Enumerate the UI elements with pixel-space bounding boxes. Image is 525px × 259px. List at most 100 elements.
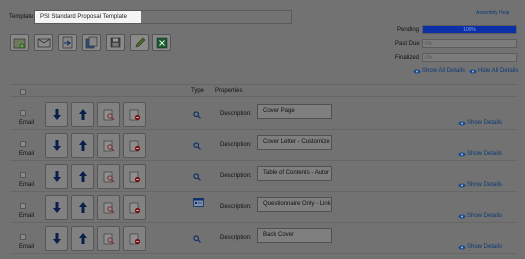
hide-all-details-text: Hide All Details	[478, 68, 519, 74]
pending-value: 100%	[463, 27, 476, 33]
pending-label: Pending	[397, 27, 420, 33]
show-details-link[interactable]: Show Details	[458, 182, 502, 188]
remove-document-button[interactable]	[123, 133, 146, 158]
description-label: Description:	[220, 142, 252, 148]
pending-progress: 100%	[422, 25, 517, 34]
show-details-text: Show Details	[467, 182, 503, 188]
arrow-up-icon	[78, 233, 87, 244]
type-icon-slot[interactable]	[193, 198, 204, 209]
show-details-link[interactable]: Show Details	[458, 151, 502, 157]
email-label: Email	[19, 182, 35, 188]
row-divider	[10, 160, 517, 161]
remove-document-button[interactable]	[123, 226, 146, 251]
hide-all-details-link[interactable]: Hide All Details	[469, 68, 518, 74]
move-down-button[interactable]	[45, 102, 68, 127]
document-search-icon	[103, 171, 114, 182]
pastdue-progress: 0%	[422, 39, 517, 48]
eye-icon	[469, 69, 477, 73]
remove-document-button[interactable]	[123, 102, 146, 127]
document-search-icon	[103, 140, 114, 151]
row-checkbox[interactable]	[20, 172, 26, 178]
move-down-button[interactable]	[45, 164, 68, 189]
description-label: Description:	[220, 173, 252, 179]
show-details-text: Show Details	[467, 244, 503, 250]
save-button[interactable]	[106, 34, 125, 51]
arrow-down-icon	[52, 171, 61, 182]
row-divider	[10, 222, 517, 223]
template-field[interactable]: PSI Standard Proposal Template	[34, 10, 292, 24]
edit-icon	[135, 37, 145, 47]
description-field[interactable]: Questionnaire Only - Link	[257, 197, 332, 212]
show-details-link[interactable]: Show Details	[458, 244, 502, 250]
document-remove-icon	[129, 171, 140, 182]
preview-document-button[interactable]	[97, 226, 120, 251]
show-details-link[interactable]: Show Details	[458, 120, 502, 126]
move-up-button[interactable]	[71, 195, 94, 220]
document-search-icon	[103, 202, 114, 213]
type-icon-slot[interactable]	[193, 142, 201, 152]
arrow-up-icon	[78, 202, 87, 213]
preview-document-button[interactable]	[97, 133, 120, 158]
type-icon-slot[interactable]	[193, 111, 201, 121]
export-document-icon	[62, 36, 73, 49]
document-remove-icon	[129, 140, 140, 151]
document-search-icon	[103, 233, 114, 244]
email-button[interactable]	[34, 34, 53, 51]
properties-column-header: Properties	[215, 88, 243, 94]
move-down-button[interactable]	[45, 133, 68, 158]
move-up-button[interactable]	[71, 133, 94, 158]
move-up-button[interactable]	[71, 164, 94, 189]
move-down-button[interactable]	[45, 195, 68, 220]
template-label: Template:	[9, 14, 36, 20]
add-document-button[interactable]	[10, 34, 29, 51]
assembly-help-link[interactable]: Assembly Help	[476, 10, 509, 16]
document-remove-icon	[129, 202, 140, 213]
email-label: Email	[19, 244, 35, 250]
description-label: Description:	[220, 111, 252, 117]
arrow-down-icon	[52, 233, 61, 244]
remove-document-button[interactable]	[123, 164, 146, 189]
description-field[interactable]: Cover Page	[257, 104, 332, 119]
pastdue-value: 0%	[425, 41, 433, 47]
email-label: Email	[19, 120, 35, 126]
show-details-link[interactable]: Show Details	[458, 213, 502, 219]
show-details-text: Show Details	[467, 120, 503, 126]
show-all-details-link[interactable]: Show All Details	[413, 68, 465, 74]
description-label: Description:	[220, 235, 252, 241]
email-label: Email	[19, 151, 35, 157]
row-divider	[10, 253, 517, 254]
type-icon-slot[interactable]	[193, 235, 201, 245]
magnifier-icon	[193, 111, 201, 119]
excel-export-button[interactable]	[152, 34, 171, 51]
row-checkbox[interactable]	[20, 110, 26, 116]
save-icon	[110, 37, 121, 48]
description-field[interactable]: Cover Letter - Customize	[257, 135, 332, 150]
preview-document-button[interactable]	[97, 195, 120, 220]
show-details-text: Show Details	[467, 151, 503, 157]
export-document-button[interactable]	[58, 34, 77, 51]
questionnaire-icon	[193, 198, 204, 207]
type-column-header: Type	[191, 88, 205, 94]
copy-document-button[interactable]	[82, 34, 101, 51]
edit-button[interactable]	[130, 34, 149, 51]
select-all-checkbox[interactable]	[20, 89, 26, 95]
arrow-down-icon	[52, 202, 61, 213]
row-checkbox[interactable]	[20, 141, 26, 147]
description-field[interactable]: Table of Contents - Autor	[257, 166, 332, 181]
eye-icon	[458, 152, 466, 156]
eye-icon	[458, 245, 466, 249]
remove-document-button[interactable]	[123, 195, 146, 220]
move-down-button[interactable]	[45, 226, 68, 251]
description-field[interactable]: Back Cover	[257, 228, 332, 243]
move-up-button[interactable]	[71, 102, 94, 127]
eye-icon	[458, 121, 466, 125]
eye-icon	[458, 183, 466, 187]
preview-document-button[interactable]	[97, 164, 120, 189]
row-checkbox[interactable]	[20, 203, 26, 209]
row-divider	[10, 129, 517, 130]
preview-document-button[interactable]	[97, 102, 120, 127]
header-divider	[10, 84, 517, 85]
type-icon-slot[interactable]	[193, 173, 201, 183]
move-up-button[interactable]	[71, 226, 94, 251]
row-checkbox[interactable]	[20, 234, 26, 240]
